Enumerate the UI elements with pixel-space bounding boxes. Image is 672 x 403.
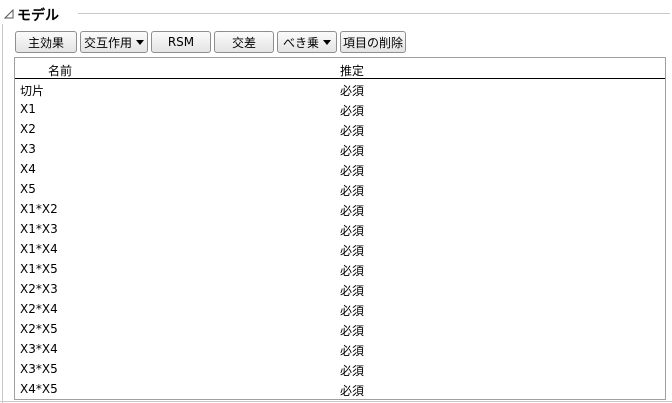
term-name: X2*X4 <box>20 302 58 316</box>
term-estimate: 必須 <box>340 204 365 218</box>
table-row[interactable]: X1*X4 必須 <box>15 239 665 259</box>
term-estimate: 必須 <box>340 364 365 378</box>
term-estimate: 必須 <box>340 284 365 298</box>
term-estimate: 必須 <box>340 244 365 258</box>
model-toolbar: 主効果 交互作用 RSM 交差 べき乗 項目の削除 <box>15 31 406 54</box>
term-name: X5 <box>20 182 36 196</box>
term-name: X1*X4 <box>20 242 58 256</box>
term-name: X2 <box>20 122 36 136</box>
disclosure-triangle-icon[interactable] <box>4 9 14 19</box>
rsm-label: RSM <box>167 35 195 49</box>
table-row[interactable]: X3 必須 <box>15 139 665 159</box>
table-row[interactable]: 切片 必須 <box>15 79 665 99</box>
header-divider <box>78 13 670 14</box>
interaction-label: 交互作用 <box>84 35 133 50</box>
dropdown-caret-icon <box>323 39 331 45</box>
table-row[interactable]: X1 必須 <box>15 99 665 119</box>
power-label: べき乗 <box>282 35 319 50</box>
term-estimate: 必須 <box>340 304 365 318</box>
term-name: X3 <box>20 142 36 156</box>
column-header-estimate[interactable]: 推定 <box>340 62 364 79</box>
term-name: X4*X5 <box>20 382 58 396</box>
table-row[interactable]: X5 必須 <box>15 179 665 199</box>
main-effects-button[interactable]: 主効果 <box>15 31 77 53</box>
term-estimate: 必須 <box>340 184 365 198</box>
dropdown-caret-icon <box>136 39 145 45</box>
term-name: X2*X3 <box>20 282 58 296</box>
term-estimate: 必須 <box>340 264 365 278</box>
term-name: X1*X5 <box>20 262 58 276</box>
section-title: モデル <box>17 8 59 24</box>
column-header-name[interactable]: 名前 <box>48 62 72 79</box>
table-row[interactable]: X2*X5 必須 <box>15 319 665 339</box>
section-header: モデル <box>0 0 670 26</box>
term-estimate: 必須 <box>340 344 365 358</box>
table-row[interactable]: X1*X5 必須 <box>15 259 665 279</box>
power-dropdown-button[interactable]: べき乗 <box>277 31 337 53</box>
table-row[interactable]: X2 必須 <box>15 119 665 139</box>
term-name: X3*X5 <box>20 362 58 376</box>
term-name: X1*X3 <box>20 222 58 236</box>
term-name: X1*X2 <box>20 202 58 216</box>
table-row[interactable]: X1*X3 必須 <box>15 219 665 239</box>
table-row[interactable]: X3*X5 必須 <box>15 359 665 379</box>
term-estimate: 必須 <box>340 124 365 138</box>
table-row[interactable]: X3*X4 必須 <box>15 339 665 359</box>
model-terms-table: 名前 推定 切片 必須 X1 必須 X2 必須 X3 必須 X4 必須 X5 必須 X1*X… <box>14 57 666 400</box>
table-row[interactable]: X4*X5 必須 <box>15 379 665 399</box>
remove-term-button[interactable]: 項目の削除 <box>340 31 406 53</box>
cross-label: 交差 <box>231 35 256 50</box>
term-estimate: 必須 <box>340 84 365 98</box>
term-estimate: 必須 <box>340 324 365 338</box>
term-estimate: 必須 <box>340 104 365 118</box>
bottom-divider <box>0 401 672 402</box>
term-name: 切片 <box>20 84 45 98</box>
main-effects-label: 主効果 <box>27 35 64 50</box>
rsm-button[interactable]: RSM <box>151 31 211 53</box>
remove-term-label: 項目の削除 <box>343 35 404 50</box>
table-row[interactable]: X1*X2 必須 <box>15 199 665 219</box>
term-estimate: 必須 <box>340 164 365 178</box>
term-estimate: 必須 <box>340 384 365 398</box>
model-panel: モデル 主効果 交互作用 RSM 交差 べき乗 項目の削除 名前 推定 切片 必… <box>0 0 672 403</box>
table-row[interactable]: X2*X3 必須 <box>15 279 665 299</box>
table-body: 切片 必須 X1 必須 X2 必須 X3 必須 X4 必須 X5 必須 X1*X2 必須 X1… <box>15 79 665 399</box>
outline-border <box>2 24 3 403</box>
table-row[interactable]: X2*X4 必須 <box>15 299 665 319</box>
term-name: X3*X4 <box>20 342 58 356</box>
term-estimate: 必須 <box>340 224 365 238</box>
term-name: X1 <box>20 102 36 116</box>
table-row[interactable]: X4 必須 <box>15 159 665 179</box>
table-header: 名前 推定 <box>15 58 665 79</box>
cross-button[interactable]: 交差 <box>214 31 274 53</box>
term-name: X2*X5 <box>20 322 58 336</box>
term-name: X4 <box>20 162 36 176</box>
interaction-dropdown-button[interactable]: 交互作用 <box>80 31 148 53</box>
term-estimate: 必須 <box>340 144 365 158</box>
